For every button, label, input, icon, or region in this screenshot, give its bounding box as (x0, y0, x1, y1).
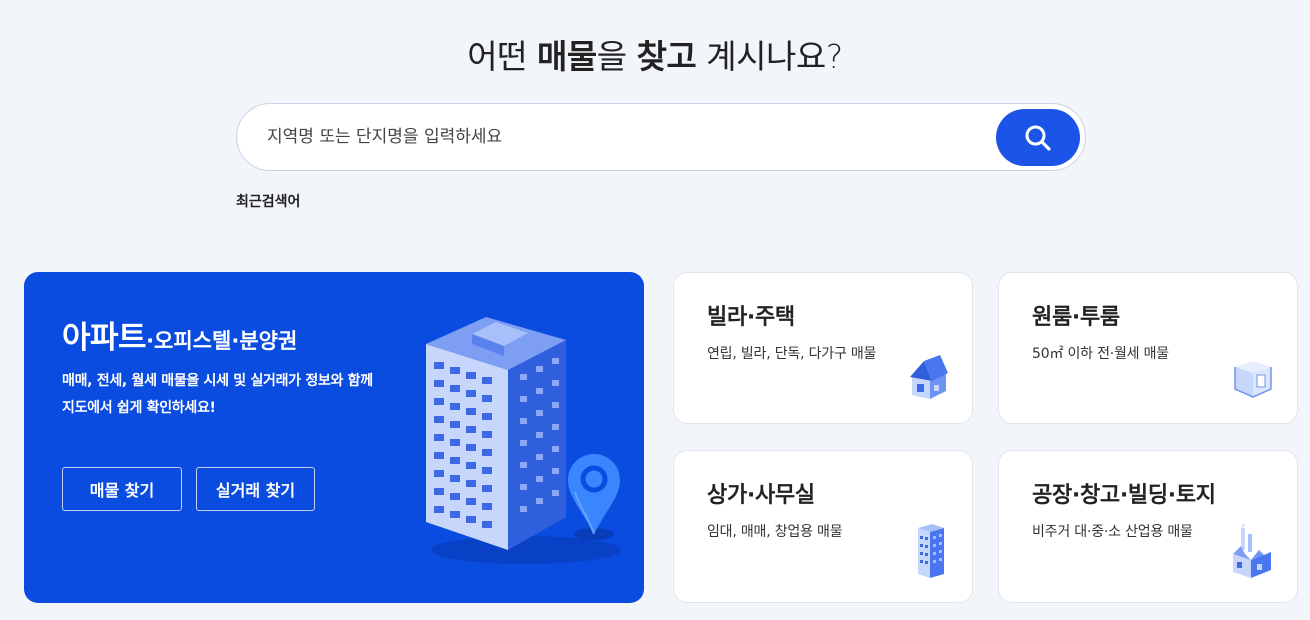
apartment-building-with-location-pin-icon (426, 317, 621, 564)
hero-desc-line2: 지도에서 쉽게 확인하세요! (62, 400, 216, 416)
hero-description: 매매, 전세, 월세 매물을 시세 및 실거래가 정보와 함께 지도에서 쉽게 … (62, 368, 422, 422)
headline-part3: 계시나요? (696, 37, 843, 76)
hero-title-separator: · (146, 329, 155, 353)
search-button[interactable] (996, 109, 1080, 166)
house-icon (910, 355, 948, 399)
card-store-office[interactable]: 상가·사무실 임대, 매매, 창업용 매물 (673, 450, 973, 603)
search-input[interactable] (267, 122, 987, 152)
find-listing-button[interactable]: 매물 찾기 (62, 467, 182, 511)
card-title: 공장·창고·빌딩·토지 (1032, 483, 1216, 508)
card-oneroom-tworoom[interactable]: 원룸·투룸 50㎡ 이하 전·월세 매물 (998, 272, 1298, 424)
card-factory-warehouse[interactable]: 공장·창고·빌딩·토지 비주거 대·중·소 산업용 매물 (998, 450, 1298, 603)
headline-part2: 을 (596, 37, 637, 76)
card-title: 원룸·투룸 (1032, 305, 1120, 330)
headline-bold2: 찾고 (636, 37, 697, 76)
find-transaction-button[interactable]: 실거래 찾기 (196, 467, 315, 511)
recent-searches-label[interactable]: 최근검색어 (236, 191, 300, 211)
hero-title-main: 아파트 (62, 320, 147, 356)
card-description: 연립, 빌라, 단독, 다가구 매물 (707, 346, 877, 362)
search-icon (1025, 125, 1051, 151)
office-building-icon (918, 524, 944, 578)
hero-title: 아파트·오피스텔·분양권 (62, 312, 297, 357)
page-headline: 어떤 매물을 찾고 계시나요? (0, 30, 1310, 78)
headline-part1: 어떤 (467, 37, 537, 76)
hero-title-sub1: 오피스텔 (154, 329, 232, 353)
search-bar (236, 103, 1086, 171)
hero-desc-line1: 매매, 전세, 월세 매물을 시세 및 실거래가 정보와 함께 (62, 373, 373, 389)
room-icon (1234, 361, 1272, 398)
card-description: 비주거 대·중·소 산업용 매물 (1032, 524, 1193, 540)
card-description: 임대, 매매, 창업용 매물 (707, 524, 843, 540)
factory-icon (1233, 524, 1271, 578)
apartment-hero-card: 아파트·오피스텔·분양권 매매, 전세, 월세 매물을 시세 및 실거래가 정보… (24, 272, 644, 603)
hero-title-sub2: 분양권 (239, 329, 298, 353)
card-description: 50㎡ 이하 전·월세 매물 (1032, 346, 1169, 362)
card-title: 상가·사무실 (707, 483, 815, 508)
card-title: 빌라·주택 (707, 305, 795, 330)
card-villa-house[interactable]: 빌라·주택 연립, 빌라, 단독, 다가구 매물 (673, 272, 973, 424)
headline-bold1: 매물 (536, 37, 597, 76)
